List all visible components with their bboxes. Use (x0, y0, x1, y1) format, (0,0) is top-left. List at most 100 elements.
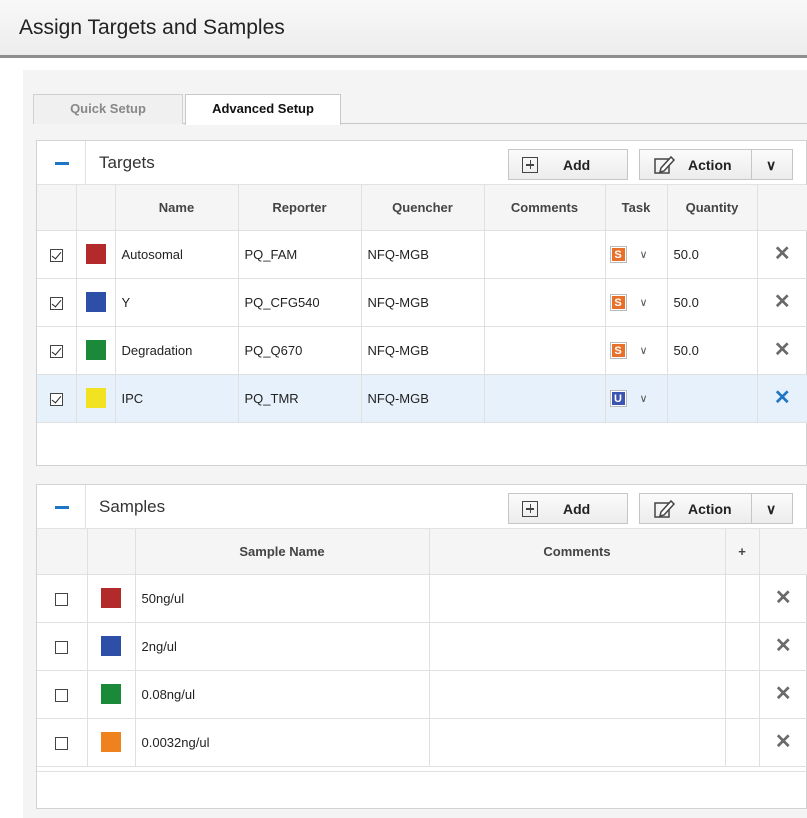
column-header-name[interactable]: Name (115, 185, 239, 231)
close-icon[interactable]: ✕ (775, 731, 792, 753)
collapse-samples-minus-icon[interactable] (53, 497, 73, 517)
comments-cell[interactable] (429, 574, 726, 623)
color-swatch[interactable] (101, 684, 121, 704)
sample-action-dropdown[interactable]: ∨ (751, 493, 793, 524)
target-name[interactable]: IPC (115, 374, 239, 423)
quencher-cell[interactable]: NFQ-MGB (361, 326, 485, 375)
comments-cell[interactable] (429, 622, 726, 671)
target-action-button[interactable]: Action (639, 149, 751, 180)
comments-cell[interactable] (484, 278, 606, 327)
comments-cell[interactable] (429, 718, 726, 767)
add-sample-button[interactable]: Add (508, 493, 628, 524)
delete-cell: ✕ (759, 622, 807, 671)
target-action-dropdown[interactable]: ∨ (751, 149, 793, 180)
close-icon[interactable]: ✕ (775, 635, 792, 657)
add-target-button[interactable]: Add (508, 149, 628, 180)
close-icon[interactable]: ✕ (774, 243, 791, 265)
sample-name[interactable]: 0.08ng/ul (135, 670, 430, 719)
quantity-cell[interactable]: 50.0 (667, 278, 758, 327)
chevron-down-icon[interactable]: ∨ (640, 392, 648, 405)
comments-cell[interactable] (484, 374, 606, 423)
table-row[interactable]: Y PQ_CFG540 NFQ-MGB S ∨ 50.0 ✕ (37, 278, 807, 327)
row-checkbox[interactable] (55, 688, 69, 702)
row-checkbox[interactable] (49, 248, 63, 262)
add-column-button[interactable]: + (725, 529, 760, 575)
close-icon[interactable]: ✕ (774, 291, 791, 313)
chevron-down-icon[interactable]: ∨ (640, 248, 648, 261)
quencher-cell[interactable]: NFQ-MGB (361, 374, 485, 423)
target-name[interactable]: Degradation (115, 326, 239, 375)
column-header-quantity[interactable]: Quantity (667, 185, 758, 231)
quantity-cell[interactable]: 50.0 (667, 230, 758, 279)
table-row[interactable]: 50ng/ul ✕ (37, 574, 807, 623)
task-badge: S (609, 342, 627, 360)
color-swatch[interactable] (85, 244, 106, 264)
row-checkbox[interactable] (49, 392, 63, 406)
sample-name[interactable]: 50ng/ul (135, 574, 430, 623)
reporter-cell[interactable]: PQ_Q670 (238, 326, 362, 375)
table-row[interactable]: IPC PQ_TMR NFQ-MGB U ∨ ✕ (37, 374, 807, 423)
plus-box-icon (522, 157, 538, 173)
column-header-sample-name[interactable]: Sample Name (135, 529, 430, 575)
close-icon[interactable]: ✕ (774, 387, 791, 409)
tab-quick-setup[interactable]: Quick Setup (33, 94, 183, 124)
row-checkbox[interactable] (55, 736, 69, 750)
header-divider (85, 141, 86, 185)
reporter-cell[interactable]: PQ_TMR (238, 374, 362, 423)
table-row[interactable]: Autosomal PQ_FAM NFQ-MGB S ∨ 50.0 ✕ (37, 230, 807, 279)
reporter-cell[interactable]: PQ_FAM (238, 230, 362, 279)
close-icon[interactable]: ✕ (775, 587, 792, 609)
chevron-down-icon: ∨ (766, 157, 777, 173)
column-header-quencher[interactable]: Quencher (361, 185, 485, 231)
comments-cell[interactable] (484, 326, 606, 375)
close-icon[interactable]: ✕ (775, 683, 792, 705)
quantity-cell[interactable]: 50.0 (667, 326, 758, 375)
color-swatch[interactable] (85, 292, 106, 312)
quantity-cell[interactable] (667, 374, 758, 423)
header-color (76, 185, 116, 231)
select-cell (37, 670, 88, 719)
table-row[interactable]: 2ng/ul ✕ (37, 622, 807, 671)
column-header-task[interactable]: Task (605, 185, 668, 231)
color-swatch[interactable] (101, 636, 121, 656)
extra-cell (725, 574, 760, 623)
table-row[interactable]: 0.0032ng/ul ✕ (37, 718, 807, 767)
targets-table: Name Reporter Quencher Comments Task Qua… (37, 185, 807, 423)
target-name[interactable]: Y (115, 278, 239, 327)
column-header-reporter[interactable]: Reporter (238, 185, 362, 231)
column-header-comments[interactable]: Comments (484, 185, 606, 231)
column-header-comments[interactable]: Comments (429, 529, 726, 575)
task-select[interactable]: S ∨ (605, 230, 668, 279)
row-checkbox[interactable] (49, 344, 63, 358)
color-swatch[interactable] (85, 388, 106, 408)
action-label: Action (688, 157, 732, 173)
target-name[interactable]: Autosomal (115, 230, 239, 279)
task-select[interactable]: S ∨ (605, 326, 668, 375)
extra-cell (725, 670, 760, 719)
row-checkbox[interactable] (49, 296, 63, 310)
row-checkbox[interactable] (55, 640, 69, 654)
close-icon[interactable]: ✕ (774, 339, 791, 361)
color-swatch[interactable] (85, 340, 106, 360)
sample-name[interactable]: 0.0032ng/ul (135, 718, 430, 767)
table-row[interactable]: Degradation PQ_Q670 NFQ-MGB S ∨ 50.0 ✕ (37, 326, 807, 375)
quencher-cell[interactable]: NFQ-MGB (361, 278, 485, 327)
extra-cell (725, 718, 760, 767)
task-select[interactable]: U ∨ (605, 374, 668, 423)
quencher-cell[interactable]: NFQ-MGB (361, 230, 485, 279)
sample-action-button[interactable]: Action (639, 493, 751, 524)
row-checkbox[interactable] (55, 592, 69, 606)
table-row[interactable]: 0.08ng/ul ✕ (37, 670, 807, 719)
tab-advanced-setup[interactable]: Advanced Setup (185, 94, 341, 125)
task-select[interactable]: S ∨ (605, 278, 668, 327)
color-swatch[interactable] (101, 732, 121, 752)
comments-cell[interactable] (484, 230, 606, 279)
targets-header: Targets Add Action ∨ (37, 141, 806, 185)
color-swatch[interactable] (101, 588, 121, 608)
chevron-down-icon[interactable]: ∨ (640, 344, 648, 357)
comments-cell[interactable] (429, 670, 726, 719)
chevron-down-icon[interactable]: ∨ (640, 296, 648, 309)
sample-name[interactable]: 2ng/ul (135, 622, 430, 671)
reporter-cell[interactable]: PQ_CFG540 (238, 278, 362, 327)
collapse-targets-minus-icon[interactable] (53, 153, 73, 173)
